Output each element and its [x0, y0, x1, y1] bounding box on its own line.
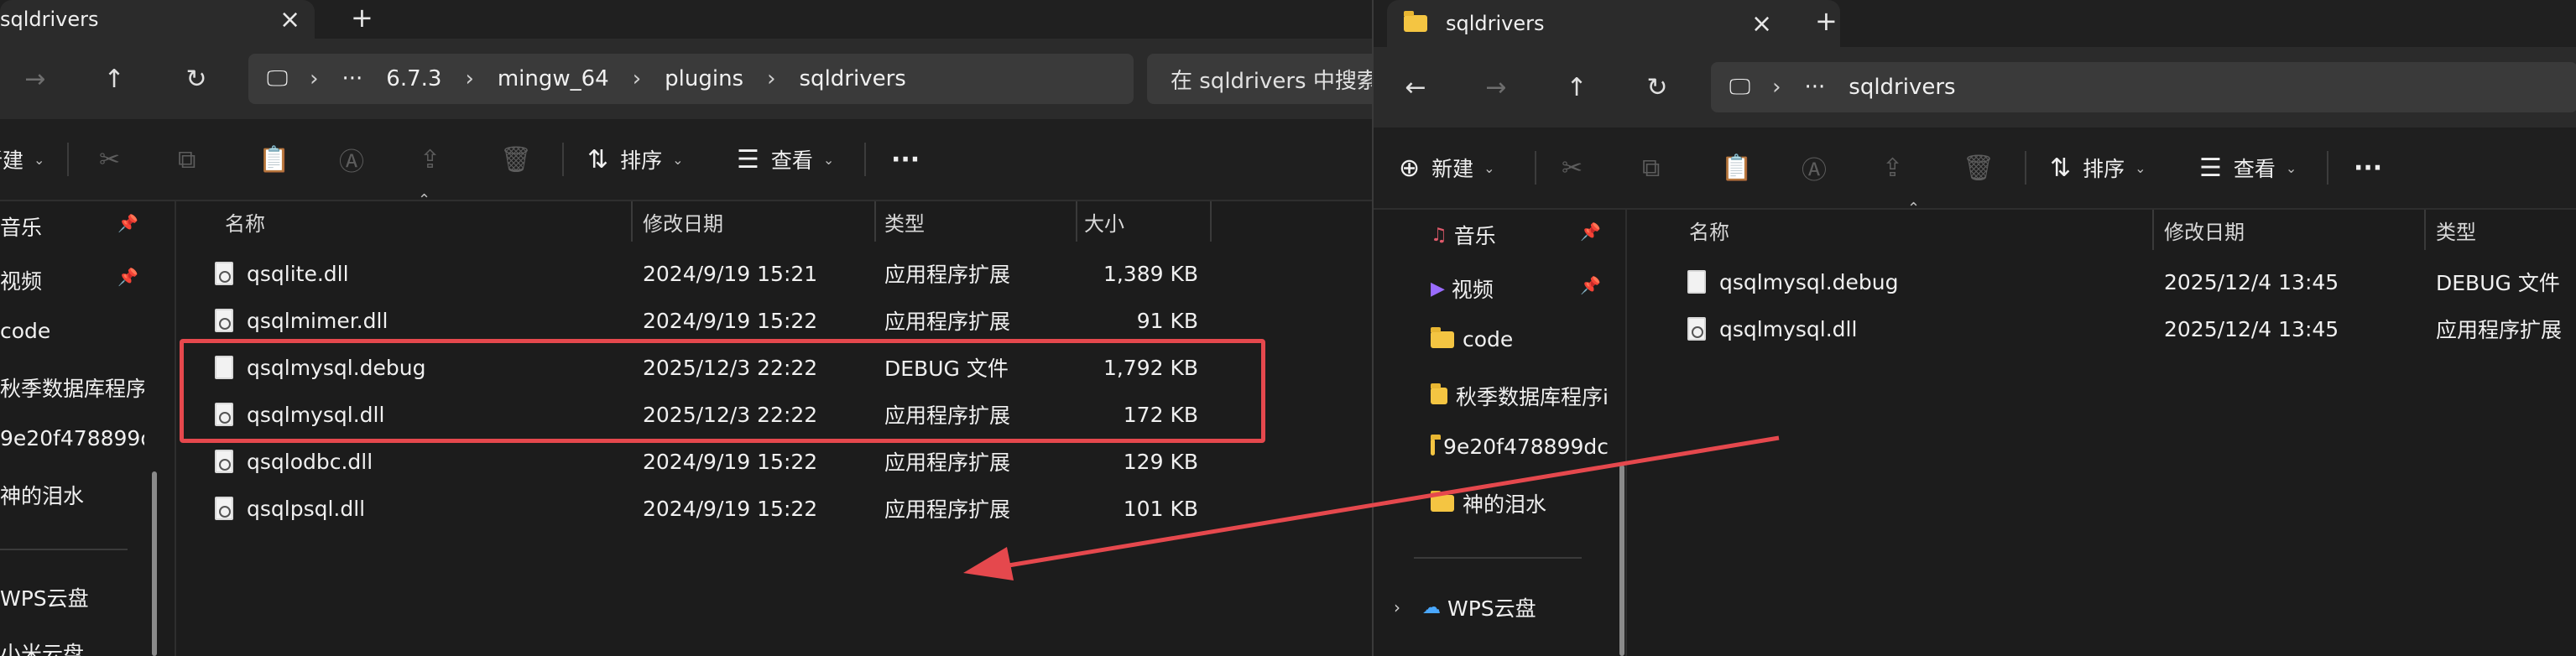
arrow-head	[963, 547, 1014, 581]
arrow-shaft	[998, 435, 1780, 570]
annotation-arrow	[963, 435, 1780, 581]
